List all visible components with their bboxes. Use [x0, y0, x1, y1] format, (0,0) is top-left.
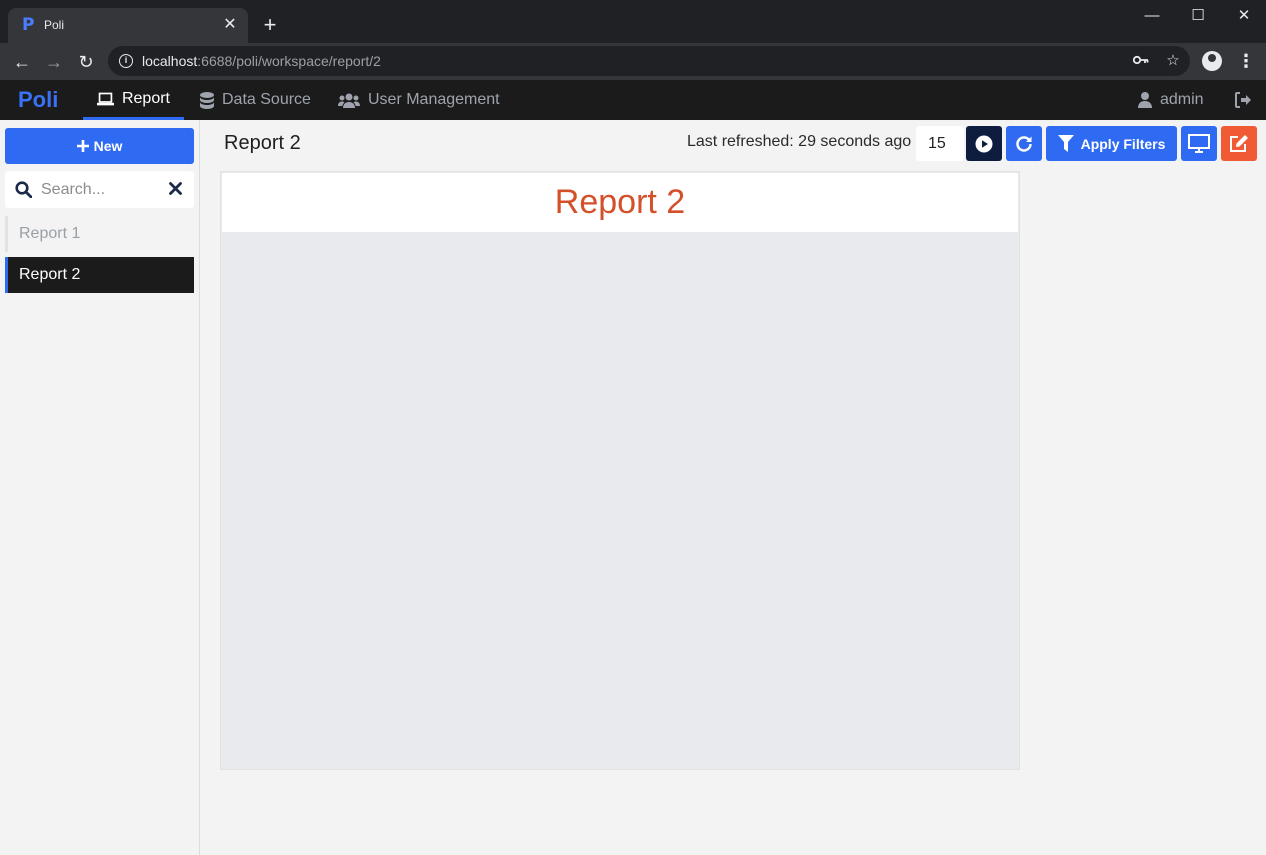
- url-text[interactable]: localhost:6688/poli/workspace/report/2: [142, 53, 381, 69]
- edit-button[interactable]: [1221, 126, 1257, 161]
- new-report-label: New: [93, 138, 123, 154]
- clear-search-icon[interactable]: [169, 182, 182, 195]
- favicon-icon: P: [22, 15, 35, 35]
- logout-icon[interactable]: [1234, 91, 1252, 109]
- sidebar-item-report-1[interactable]: Report 1: [5, 216, 194, 252]
- key-icon[interactable]: [1130, 50, 1152, 72]
- laptop-icon: [97, 92, 114, 105]
- edit-icon: [1230, 135, 1248, 152]
- profile-icon[interactable]: [1202, 51, 1222, 71]
- search-box: [5, 171, 194, 208]
- user-icon: [1138, 92, 1152, 108]
- sidebar-item-report-2[interactable]: Report 2: [5, 257, 194, 293]
- report-canvas: Report 2: [220, 171, 1020, 770]
- apply-filters-button[interactable]: Apply Filters: [1046, 126, 1177, 161]
- tab-title: Poli: [44, 18, 65, 32]
- info-icon[interactable]: i: [119, 54, 133, 68]
- auto-refresh-play-button[interactable]: [966, 126, 1002, 161]
- refresh-icon: [1016, 135, 1032, 152]
- star-icon[interactable]: ☆: [1162, 50, 1184, 72]
- maximize-icon[interactable]: ☐: [1176, 4, 1220, 28]
- search-input[interactable]: [41, 177, 161, 202]
- refresh-button[interactable]: [1006, 126, 1042, 161]
- apply-filters-label: Apply Filters: [1080, 135, 1166, 152]
- user-menu[interactable]: admin: [1138, 80, 1204, 120]
- brand-logo[interactable]: Poli: [18, 87, 58, 113]
- report-heading: Report 2: [222, 173, 1018, 232]
- minimize-icon[interactable]: —: [1130, 4, 1174, 28]
- window-close-icon[interactable]: ✕: [1222, 4, 1266, 28]
- username: admin: [1160, 91, 1204, 108]
- menu-icon[interactable]: ⋮: [1236, 49, 1256, 73]
- plus-icon: [76, 140, 89, 152]
- play-circle-icon: [975, 135, 993, 152]
- back-icon[interactable]: ←: [9, 49, 35, 75]
- filter-icon: [1057, 135, 1074, 152]
- nav-user-management[interactable]: User Management: [324, 80, 514, 120]
- reload-icon[interactable]: ↻: [73, 49, 99, 75]
- new-tab-button[interactable]: +: [258, 13, 282, 37]
- nav-data-source[interactable]: Data Source: [186, 80, 325, 120]
- search-icon: [15, 181, 32, 198]
- nav-report[interactable]: Report: [83, 80, 184, 120]
- browser-toolbar: ← → ↻ i localhost:6688/poli/workspace/re…: [0, 43, 1266, 80]
- nav-user-management-label: User Management: [368, 91, 500, 108]
- page-title: Report 2: [224, 132, 301, 154]
- fullscreen-button[interactable]: [1181, 126, 1217, 161]
- database-icon: [200, 91, 214, 109]
- nav-report-label: Report: [121, 89, 170, 107]
- users-icon: [338, 93, 360, 108]
- tab-close-icon[interactable]: ✕: [220, 15, 240, 35]
- last-refreshed-text: Last refreshed: 29 seconds ago: [687, 133, 912, 150]
- new-report-button[interactable]: New: [5, 128, 194, 164]
- browser-tab[interactable]: P Poli ✕: [8, 8, 248, 43]
- address-bar[interactable]: i localhost:6688/poli/workspace/report/2…: [108, 46, 1190, 76]
- sidebar: New Report 1 Report 2: [0, 120, 200, 855]
- desktop-icon: [1188, 134, 1210, 153]
- browser-tabstrip: P Poli ✕ + — ☐ ✕: [0, 0, 1266, 43]
- nav-data-source-label: Data Source: [222, 91, 311, 108]
- forward-icon[interactable]: →: [41, 49, 67, 75]
- app-navbar: Poli Report Data Source User Management …: [0, 80, 1266, 120]
- refresh-interval-input[interactable]: 15: [916, 126, 964, 161]
